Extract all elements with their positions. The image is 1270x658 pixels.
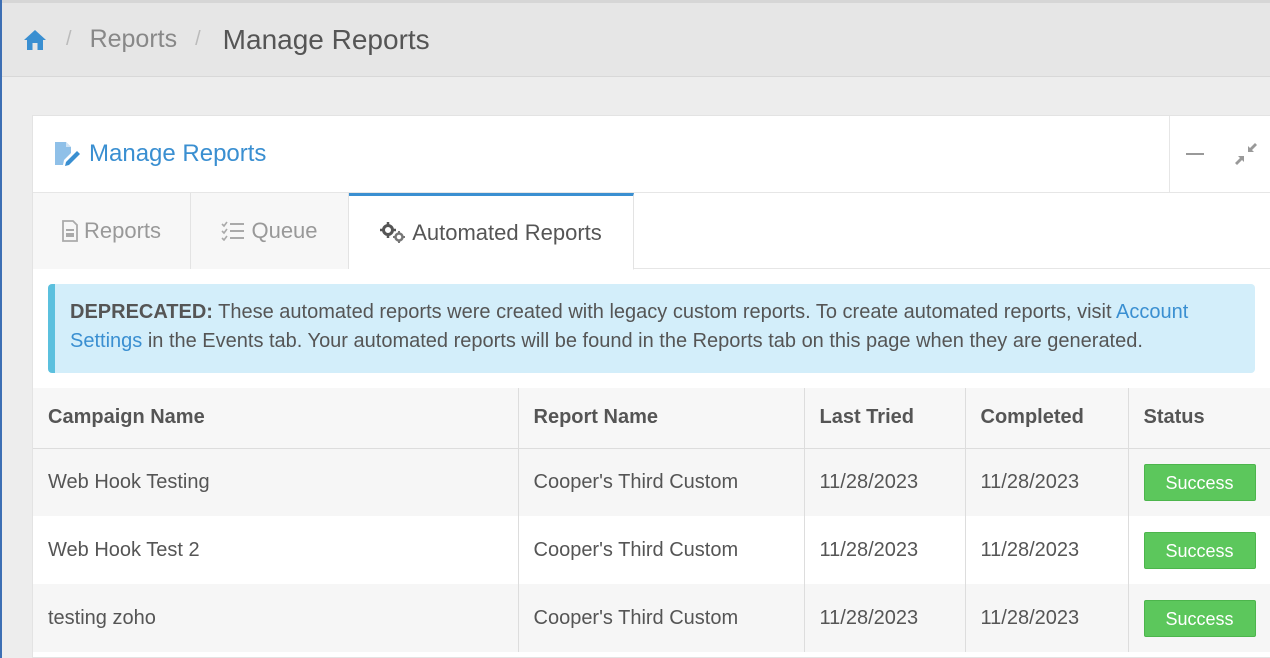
tab-label: Automated Reports bbox=[412, 219, 602, 245]
manage-reports-panel: Manage Reports Reports Queue Automated R… bbox=[32, 115, 1270, 658]
last-tried-cell: 11/28/2023 bbox=[803, 584, 965, 652]
alert-title: DEPRECATED: bbox=[70, 301, 213, 323]
column-header-completed[interactable]: Completed bbox=[964, 388, 1128, 449]
tab-automated-reports[interactable]: Automated Reports bbox=[349, 193, 634, 270]
status-cell: Success bbox=[1127, 516, 1270, 584]
status-badge: Success bbox=[1143, 599, 1256, 637]
tab-bar: Reports Queue Automated Reports bbox=[33, 193, 1270, 270]
panel-header: Manage Reports bbox=[33, 116, 1270, 193]
tab-queue[interactable]: Queue bbox=[191, 193, 349, 269]
report-name-cell: Cooper's Third Custom bbox=[517, 448, 804, 516]
page-title: Manage Reports bbox=[222, 23, 430, 55]
breadcrumb-separator: / bbox=[195, 28, 201, 50]
deprecation-alert: DEPRECATED: These automated reports were… bbox=[48, 284, 1255, 373]
home-icon[interactable] bbox=[22, 27, 48, 53]
automated-reports-table: Campaign Name Report Name Last Tried Com… bbox=[33, 388, 1270, 652]
completed-cell: 11/28/2023 bbox=[964, 448, 1128, 516]
compress-icon[interactable] bbox=[1234, 142, 1258, 166]
table-row: Web Hook Test 2 Cooper's Third Custom 11… bbox=[33, 516, 1270, 584]
campaign-name-cell: Web Hook Testing bbox=[33, 448, 518, 516]
tab-label: Reports bbox=[83, 218, 162, 243]
last-tried-cell: 11/28/2023 bbox=[803, 516, 965, 584]
column-header-campaign-name[interactable]: Campaign Name bbox=[33, 388, 518, 449]
document-icon bbox=[62, 220, 78, 242]
breadcrumb: / Reports / Manage Reports bbox=[2, 3, 1270, 77]
column-header-last-tried[interactable]: Last Tried bbox=[803, 388, 965, 449]
panel-title-text: Manage Reports bbox=[89, 140, 267, 167]
last-tried-cell: 11/28/2023 bbox=[803, 448, 965, 516]
report-name-cell: Cooper's Third Custom bbox=[517, 516, 804, 584]
left-edge bbox=[0, 0, 2, 658]
status-badge: Success bbox=[1143, 463, 1256, 501]
edit-file-icon bbox=[53, 141, 81, 167]
report-name-cell: Cooper's Third Custom bbox=[517, 584, 804, 652]
column-header-report-name[interactable]: Report Name bbox=[517, 388, 804, 449]
panel-title: Manage Reports bbox=[53, 116, 266, 192]
breadcrumb-separator: / bbox=[66, 28, 72, 50]
collapse-icon[interactable] bbox=[1183, 142, 1207, 166]
campaign-name-cell: Web Hook Test 2 bbox=[33, 516, 518, 584]
status-cell: Success bbox=[1127, 584, 1270, 652]
alert-text: These automated reports were created wit… bbox=[212, 301, 1117, 323]
campaign-name-cell: testing zoho bbox=[33, 584, 518, 652]
status-badge: Success bbox=[1143, 531, 1256, 569]
table-row: testing zoho Cooper's Third Custom 11/28… bbox=[33, 584, 1270, 652]
alert-text: in the Events tab. Your automated report… bbox=[142, 330, 1143, 352]
completed-cell: 11/28/2023 bbox=[964, 516, 1128, 584]
tab-label: Queue bbox=[251, 218, 318, 243]
completed-cell: 11/28/2023 bbox=[964, 584, 1128, 652]
status-cell: Success bbox=[1127, 448, 1270, 516]
table-row: Web Hook Testing Cooper's Third Custom 1… bbox=[33, 448, 1270, 516]
tab-reports[interactable]: Reports bbox=[33, 193, 191, 269]
panel-tools bbox=[1169, 116, 1270, 192]
gears-icon bbox=[380, 221, 406, 244]
breadcrumb-reports-link[interactable]: Reports bbox=[90, 25, 178, 54]
checklist-icon bbox=[221, 221, 245, 241]
column-header-status[interactable]: Status bbox=[1127, 388, 1270, 449]
